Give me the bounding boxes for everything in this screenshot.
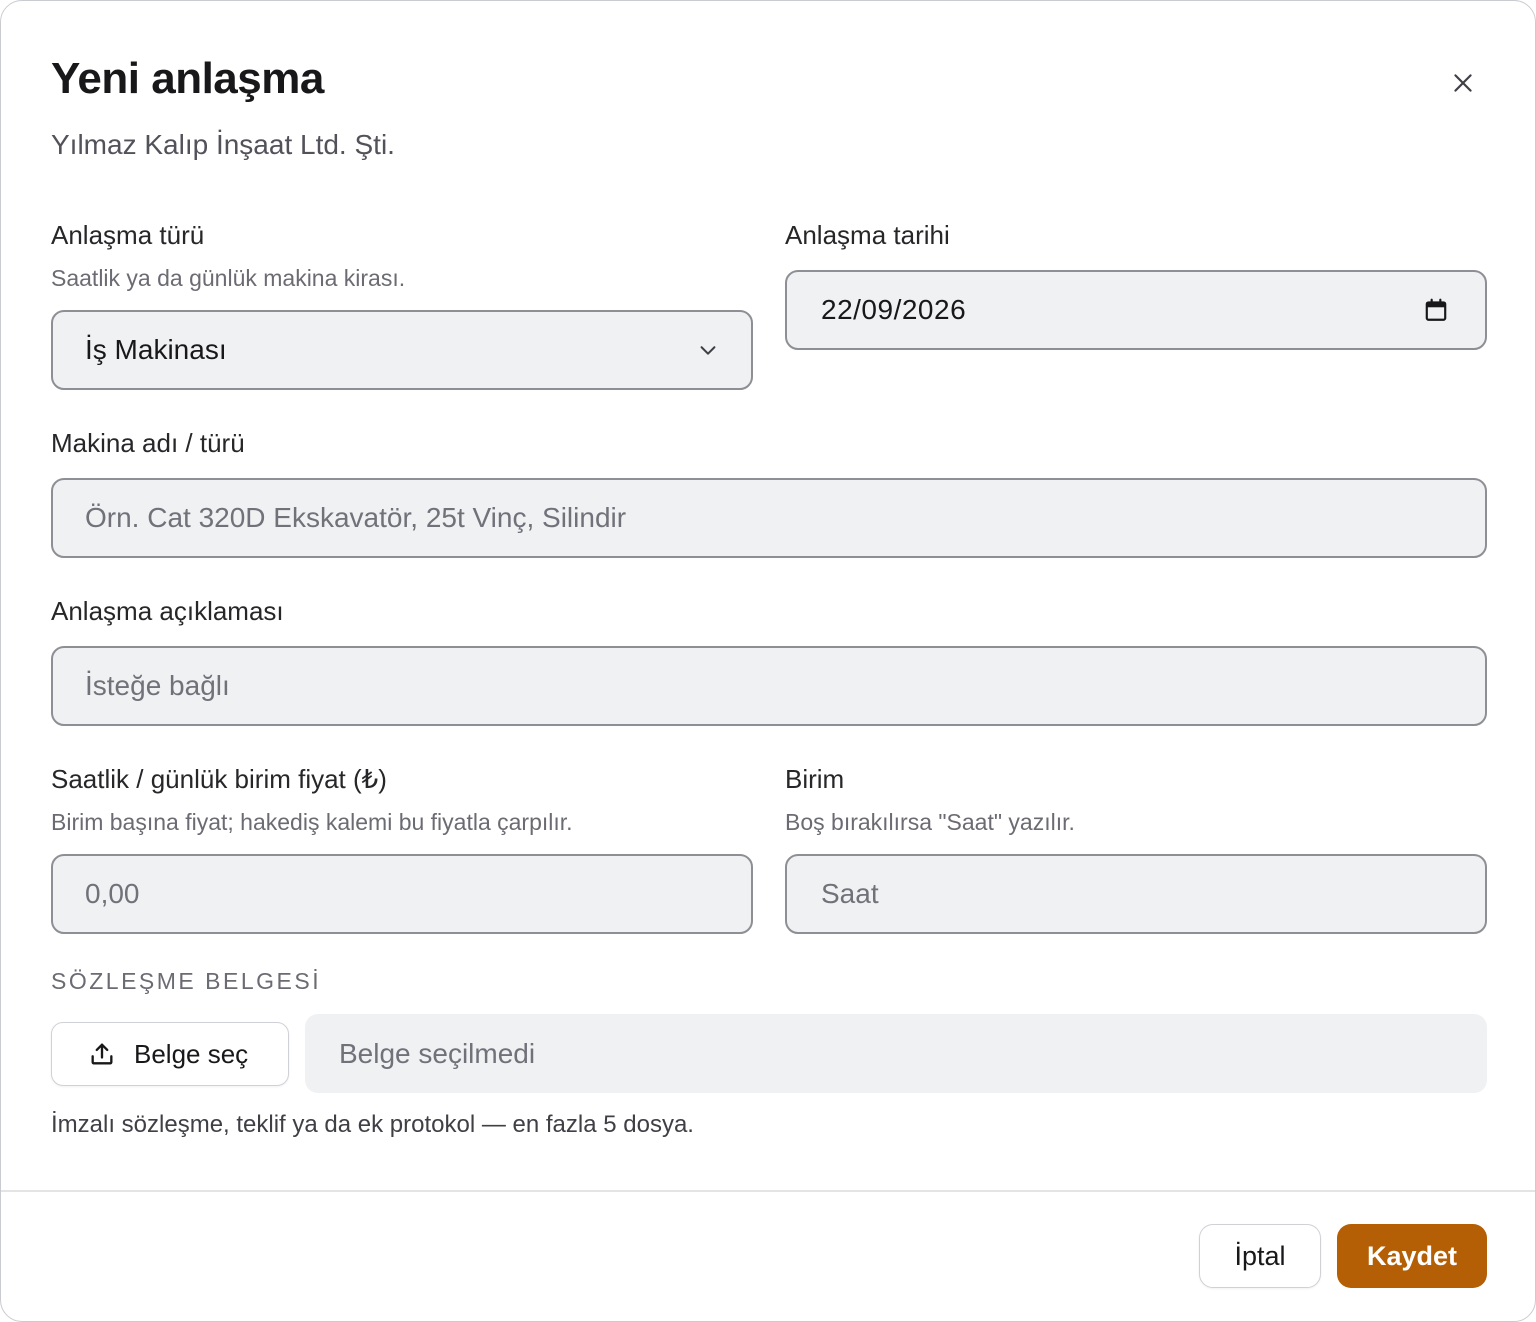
deal-type-label: Anlaşma türü (51, 220, 205, 250)
file-status-text: Belge seçilmedi (339, 1037, 536, 1069)
footer-divider (1, 1190, 1535, 1192)
close-button[interactable] (1439, 59, 1487, 107)
close-icon (1454, 74, 1472, 92)
attachments-help: İmzalı sözleşme, teklif ya da ek protoko… (51, 1111, 694, 1138)
description-placeholder: İsteğe bağlı (85, 670, 230, 701)
deal-type-value: İş Makinası (85, 334, 227, 365)
deal-type-select[interactable]: İş Makinası (51, 310, 753, 390)
description-input[interactable]: İsteğe bağlı (51, 646, 1487, 726)
select-document-label: Belge seç (134, 1038, 249, 1069)
attachments-section-title: SÖZLEŞME BELGESİ (51, 968, 322, 994)
unit-price-hint: Birim başına fiyat; hakediş kalemi bu fi… (51, 809, 573, 835)
cancel-button[interactable]: İptal (1199, 1224, 1321, 1288)
unit-label: Birim (785, 764, 845, 794)
description-label: Anlaşma açıklaması (51, 596, 284, 626)
unit-hint: Boş bırakılırsa "Saat" yazılır. (785, 809, 1075, 835)
unit-input[interactable]: Saat (785, 854, 1487, 934)
dialog-subtitle: Yılmaz Kalıp İnşaat Ltd. Şti. (51, 129, 395, 160)
unit-price-placeholder: 0,00 (85, 878, 140, 909)
unit-placeholder: Saat (821, 878, 879, 909)
chevron-down-icon (697, 339, 719, 361)
deal-date-input[interactable]: 22/09/2026 (785, 270, 1487, 350)
machine-input[interactable]: Örn. Cat 320D Ekskavatör, 25t Vinç, Sili… (51, 478, 1487, 558)
calendar-icon[interactable] (1423, 297, 1449, 323)
deal-date-value: 22/09/2026 (821, 294, 967, 325)
save-button[interactable]: Kaydet (1337, 1224, 1487, 1288)
machine-label: Makina adı / türü (51, 428, 245, 458)
new-deal-dialog: Yeni anlaşma Yılmaz Kalıp İnşaat Ltd. Şt… (0, 0, 1536, 1322)
upload-icon (91, 1043, 113, 1065)
select-document-button[interactable]: Belge seç (51, 1022, 289, 1086)
file-status-box: Belge seçilmedi (305, 1014, 1487, 1093)
dialog-title: Yeni anlaşma (51, 54, 324, 103)
unit-price-input[interactable]: 0,00 (51, 854, 753, 934)
deal-date-label: Anlaşma tarihi (785, 220, 950, 250)
machine-placeholder: Örn. Cat 320D Ekskavatör, 25t Vinç, Sili… (85, 502, 627, 533)
unit-price-label: Saatlik / günlük birim fiyat (₺) (51, 764, 387, 794)
deal-type-hint: Saatlik ya da günlük makina kirası. (51, 265, 406, 291)
